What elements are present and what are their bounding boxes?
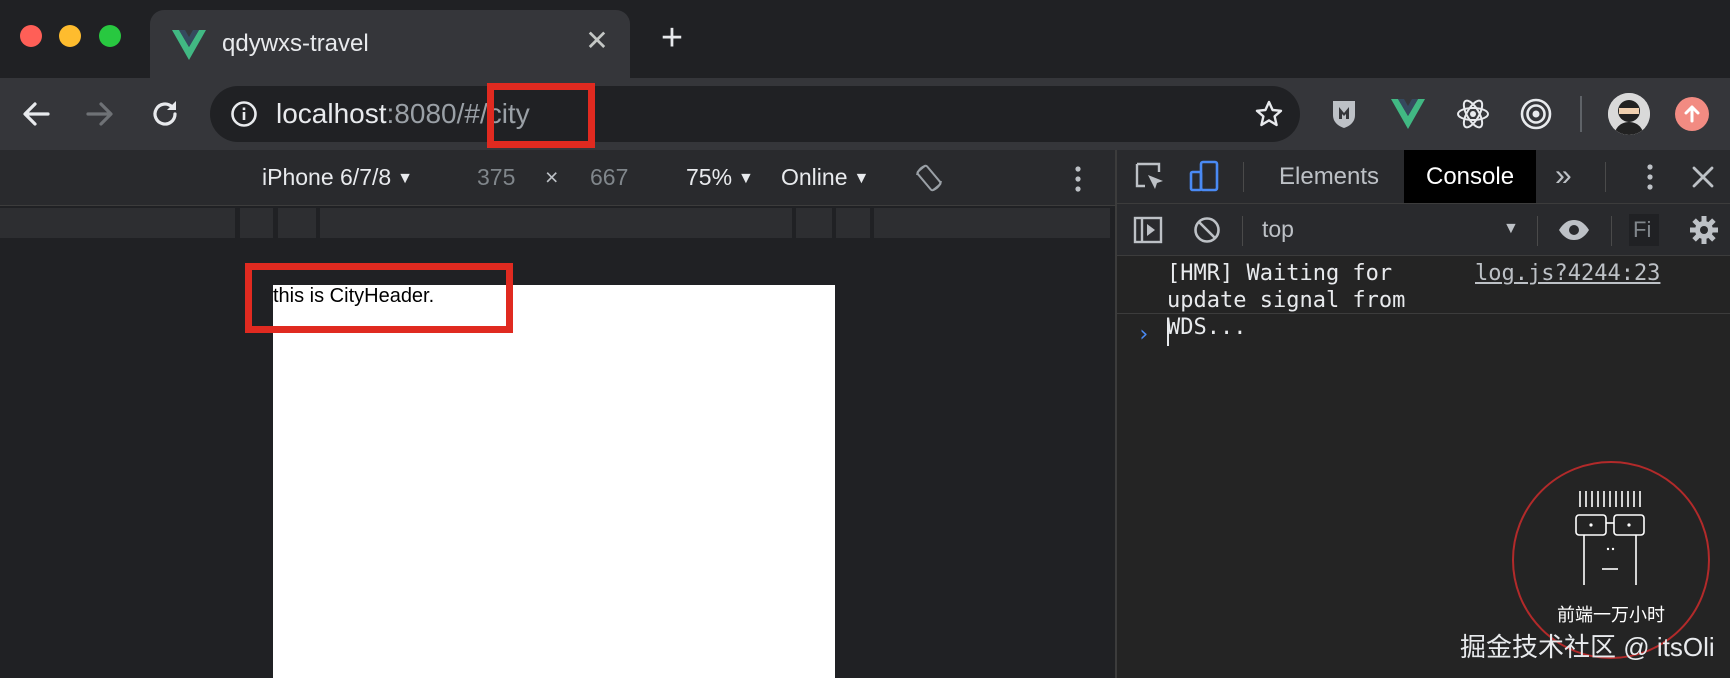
react-devtools-icon[interactable]: [1455, 96, 1491, 132]
arrow-right-icon: [86, 102, 113, 126]
target-extension-icon[interactable]: [1518, 96, 1554, 132]
new-tab-button[interactable]: +: [654, 18, 690, 58]
toolbar-divider: [1605, 162, 1606, 192]
device-toggle-icon[interactable]: [1187, 160, 1221, 194]
clear-console-icon[interactable]: [1193, 216, 1221, 244]
media-query-bar: [0, 206, 1115, 242]
caret-down-icon[interactable]: ▼: [1503, 220, 1519, 238]
zoom-value: 75%: [686, 164, 733, 190]
tab-elements[interactable]: Elements: [1257, 150, 1401, 203]
close-tab-icon[interactable]: ✕: [582, 26, 612, 56]
vue-devtools-icon[interactable]: [1390, 96, 1426, 132]
media-query-segment[interactable]: [836, 208, 870, 238]
console-toolbar: top ▼ Fi: [1117, 204, 1730, 256]
width-input[interactable]: 375: [477, 164, 515, 191]
console-message: [HMR] Waiting for update signal from WDS…: [1117, 256, 1730, 340]
toolbar-divider: [1611, 216, 1612, 246]
network-select[interactable]: Online ▼: [781, 164, 869, 191]
info-icon[interactable]: [230, 100, 258, 128]
minimize-window-button[interactable]: [59, 25, 81, 47]
network-value: Online: [781, 164, 848, 190]
toolbar-divider: [1537, 216, 1538, 246]
close-icon[interactable]: [1691, 165, 1715, 189]
browser-tab[interactable]: qdywxs-travel ✕: [150, 10, 630, 78]
context-select[interactable]: top: [1262, 216, 1294, 243]
update-chrome-button[interactable]: [1675, 97, 1709, 131]
console-prompt-icon: ›: [1137, 322, 1151, 347]
device-name: iPhone 6/7/8: [262, 164, 392, 190]
more-vertical-icon[interactable]: [1644, 162, 1656, 192]
device-viewport: this is CityHeader.: [0, 242, 1115, 678]
caret-down-icon: ▼: [738, 170, 754, 187]
tab-console[interactable]: Console: [1404, 150, 1537, 203]
inspect-element-icon[interactable]: [1133, 160, 1167, 194]
device-toolbar: iPhone 6/7/8 ▼ 375 × 667 75% ▼ Online ▼: [0, 150, 1115, 206]
tab-strip: qdywxs-travel ✕ +: [0, 0, 1730, 78]
forward-button[interactable]: [80, 94, 120, 134]
devtools-tab-bar: Elements Console »: [1117, 150, 1730, 204]
caret-down-icon: ▼: [853, 170, 870, 187]
shield-extension-icon[interactable]: [1326, 96, 1362, 132]
stamp-text: 前端一万小时: [1557, 605, 1665, 625]
url-highlight-box: [487, 83, 595, 148]
device-select[interactable]: iPhone 6/7/8 ▼: [262, 164, 413, 191]
tab-title: qdywxs-travel: [222, 30, 369, 57]
console-source-link[interactable]: log.js?4244:23: [1475, 260, 1660, 287]
maximize-window-button[interactable]: [99, 25, 121, 47]
media-query-segment[interactable]: [320, 208, 792, 238]
media-query-segment[interactable]: [874, 208, 1110, 238]
watermark-credit: 掘金技术社区 @ itsOli: [1460, 632, 1715, 662]
more-tabs-icon[interactable]: »: [1555, 159, 1572, 193]
vue-logo-icon: [172, 30, 206, 60]
emulated-page[interactable]: this is CityHeader.: [273, 285, 835, 678]
eye-icon[interactable]: [1557, 218, 1591, 242]
toolbar-divider: [1580, 96, 1582, 132]
url-host: localhost: [276, 98, 387, 129]
caret-down-icon: ▼: [397, 170, 414, 187]
address-bar[interactable]: localhost:8080/#/city: [210, 86, 1300, 142]
media-query-segment[interactable]: [0, 208, 235, 238]
media-query-segment[interactable]: [278, 208, 316, 238]
toolbar-divider: [1243, 162, 1244, 192]
arrow-up-icon: [1684, 105, 1700, 123]
zoom-select[interactable]: 75% ▼: [686, 164, 754, 191]
close-window-button[interactable]: [20, 25, 42, 47]
sidebar-toggle-icon[interactable]: [1133, 216, 1163, 244]
rotate-icon[interactable]: [914, 163, 944, 193]
console-input[interactable]: [1167, 318, 1169, 346]
height-input[interactable]: 667: [590, 164, 628, 191]
filter-input[interactable]: Fi: [1629, 214, 1659, 246]
page-text-highlight-box: [245, 263, 513, 333]
reload-icon: [153, 101, 177, 126]
toolbar-divider: [1242, 216, 1243, 246]
back-button[interactable]: [16, 94, 56, 134]
console-message-text: [HMR] Waiting for update signal from WDS…: [1167, 261, 1406, 340]
browser-toolbar: localhost:8080/#/city: [0, 78, 1730, 150]
dimension-separator: ×: [545, 164, 559, 190]
more-vertical-icon[interactable]: [1070, 164, 1086, 194]
reload-button[interactable]: [145, 94, 185, 134]
gear-icon[interactable]: [1689, 215, 1719, 245]
media-query-segment[interactable]: [796, 208, 832, 238]
profile-avatar-icon: [1608, 93, 1650, 135]
mascot-icon: [1575, 491, 1645, 585]
avatar[interactable]: [1608, 93, 1650, 135]
media-query-segment[interactable]: [240, 208, 273, 238]
bookmark-star-icon[interactable]: [1254, 99, 1284, 129]
arrow-left-icon: [23, 102, 50, 126]
